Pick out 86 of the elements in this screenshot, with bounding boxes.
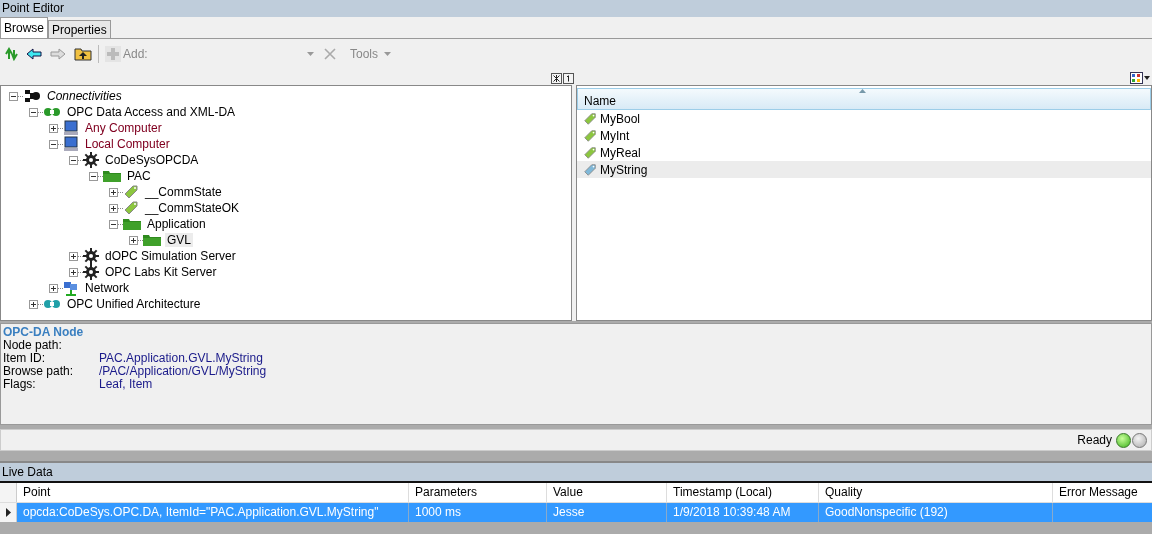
folder-icon [123,218,141,230]
tree-item[interactable]: OPC Labs Kit Server [103,265,219,279]
tree-item[interactable]: Any Computer [83,121,164,135]
list-item[interactable]: MyBool [577,110,1151,127]
tag-icon [123,184,139,200]
plug-icon [23,89,41,103]
tag-icon [583,162,597,177]
folder-icon [143,234,161,246]
column-header[interactable]: Error Message [1053,483,1152,502]
tag-icon [583,111,597,126]
field-label: Item ID: [3,352,45,365]
tag-icon [583,145,597,160]
column-header[interactable]: Name [577,88,1151,110]
tree-item[interactable]: Network [83,281,131,295]
tree-item[interactable]: PAC [125,169,153,183]
connector-icon [43,298,61,310]
list-item[interactable]: MyInt [577,127,1151,144]
connector-icon [43,106,61,118]
expander-icon[interactable] [109,203,118,213]
close-pane-icon[interactable] [551,72,562,84]
column-header[interactable]: Value [547,483,667,502]
tree-item[interactable]: dOPC Simulation Server [103,249,238,263]
folder-icon [103,170,121,182]
table-cell: Jesse [553,505,585,519]
tag-icon [123,200,139,216]
panel-title: Live Data [0,461,1152,483]
tree-item[interactable]: OPC Data Access and XML-DA [65,105,238,119]
sort-arrow-icon [859,89,866,93]
expander-icon[interactable] [109,219,118,229]
plus-icon [105,46,121,62]
field-label: Browse path: [3,365,75,378]
caret-icon [384,52,391,56]
expander-icon[interactable] [69,155,78,165]
table-cell: opcda:CoDeSys.OPC.DA, ItemId="PAC.Application.GVL.MyString" [23,505,379,519]
tag-icon [583,128,597,143]
column-header[interactable]: Point [17,483,409,502]
expander-icon[interactable] [129,235,138,245]
tab[interactable]: Properties [48,20,111,38]
list-item[interactable]: MyReal [577,144,1151,161]
tab[interactable]: Browse [0,17,48,38]
network-icon [63,280,79,296]
expander-icon[interactable] [49,283,58,293]
gear-icon [83,152,99,168]
computer-icon [63,136,79,152]
column-header[interactable]: Parameters [409,483,547,502]
refresh-button[interactable] [2,45,20,63]
row-pointer-icon [5,508,11,517]
computer-icon [63,120,79,136]
table-cell: 1000 ms [415,505,462,519]
column-header[interactable]: Quality [819,483,1053,502]
tree-item[interactable]: __CommStateOK [143,201,242,215]
expander-icon[interactable] [69,251,78,261]
back-button[interactable] [24,46,44,62]
pin-pane-icon[interactable] [563,72,574,84]
tree-item[interactable]: __CommState [143,185,224,199]
field-value: Leaf, Item [99,378,153,391]
field-value: /PAC/Application/GVL/MyString [99,365,267,378]
field-label: Node path: [3,339,63,352]
expander-icon[interactable] [49,123,58,133]
tree-item[interactable]: GVL [165,233,193,247]
field-label: Flags: [3,378,37,391]
expander-icon[interactable] [9,91,18,101]
expander-icon[interactable] [29,299,38,309]
expander-icon[interactable] [89,171,98,181]
gear-icon [83,264,99,280]
expander-icon[interactable] [29,107,38,117]
row-header[interactable] [0,503,17,522]
tree-item[interactable]: Connectivities [45,89,124,103]
expander-icon[interactable] [49,139,58,149]
field-value: PAC.Application.GVL.MyString [99,352,263,365]
expander-icon[interactable] [69,267,78,277]
view-options-icon[interactable] [1130,72,1150,84]
column-header[interactable]: Timestamp (Local) [667,483,819,502]
details-heading: OPC-DA Node [3,325,85,339]
window-title: Point Editor [0,0,1152,17]
tree-item[interactable]: Application [145,217,208,231]
tree-item[interactable]: Local Computer [83,137,172,151]
expander-icon[interactable] [109,187,118,197]
gear-icon [83,248,99,264]
tree-item[interactable]: OPC Unified Architecture [65,297,203,311]
list-item[interactable]: MyString [577,161,1151,178]
table-cell: GoodNonspecific (192) [825,505,948,519]
table-cell: 1/9/2018 10:39:48 AM [673,505,791,519]
tree-item[interactable]: CoDeSysOPCDA [103,153,201,167]
status-text: Ready [1077,433,1112,447]
folder-up-button[interactable] [72,45,94,63]
